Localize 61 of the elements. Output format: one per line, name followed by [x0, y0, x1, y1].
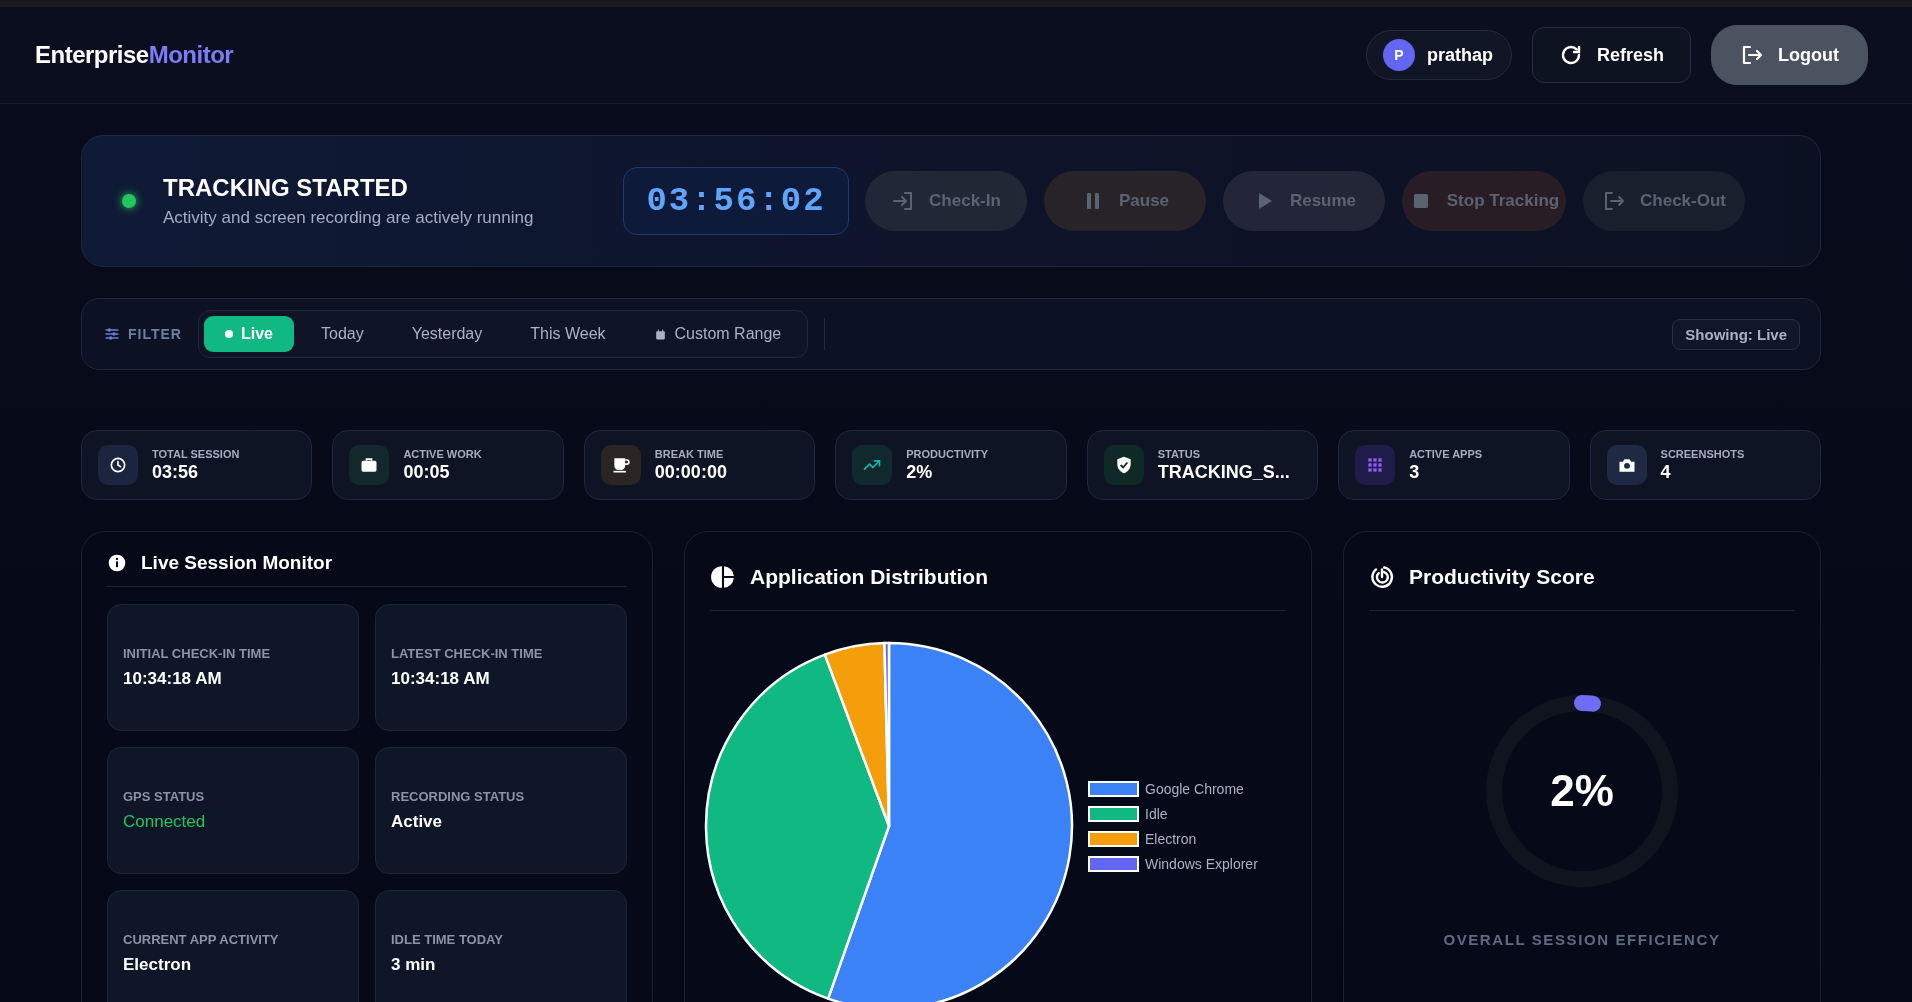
- score-value: 2%: [1550, 766, 1614, 816]
- stat-value: 00:00:00: [654, 461, 727, 483]
- stat-label: ACTIVE WORK: [403, 447, 482, 460]
- stat-label: SCREENSHOTS: [1660, 447, 1745, 460]
- stat-label: PRODUCTIVITY: [906, 447, 989, 460]
- tracking-title: TRACKING STARTED: [163, 174, 409, 202]
- info-value: 10:34:18 AM: [123, 669, 223, 689]
- info-label: IDLE TIME TODAY: [391, 932, 504, 947]
- panel-title: Application Distribution: [750, 565, 988, 589]
- logout-button[interactable]: Logout: [1711, 25, 1868, 85]
- pie-chart-icon: [710, 564, 736, 590]
- avatar: P: [1382, 39, 1415, 71]
- showing-badge: Showing: Live: [1672, 318, 1800, 350]
- panel-title: Productivity Score: [1409, 565, 1595, 589]
- info-label: RECORDING STATUS: [391, 789, 526, 804]
- briefcase-icon: [359, 455, 380, 475]
- info-value: Electron: [123, 955, 193, 975]
- stat-label: ACTIVE APPS: [1409, 447, 1483, 460]
- stat-value: 3: [1409, 461, 1421, 483]
- info-label: INITIAL CHECK-IN TIME: [123, 646, 272, 661]
- stat-value: TRACKING_S...: [1157, 461, 1290, 483]
- live-dot-icon: [224, 330, 233, 338]
- info-label: GPS STATUS: [123, 789, 206, 804]
- legend-label: Windows Explorer: [1145, 855, 1258, 872]
- stat-value: 00:05: [403, 461, 451, 483]
- sliders-icon: [104, 326, 120, 342]
- filter-tab[interactable]: Yesterday: [390, 316, 504, 352]
- info-label: CURRENT APP ACTIVITY: [123, 932, 280, 947]
- logout-icon: [1740, 43, 1764, 67]
- refresh-icon: [1559, 43, 1583, 67]
- info-value: 10:34:18 AM: [391, 669, 491, 689]
- score-caption: OVERALL SESSION EFFICIENCY: [1443, 931, 1721, 948]
- stat-label: TOTAL SESSION: [152, 447, 240, 460]
- stat-value: 03:56: [152, 461, 200, 483]
- info-icon: [107, 553, 127, 573]
- clock-icon: [108, 455, 128, 475]
- panel-title: Live Session Monitor: [141, 552, 333, 574]
- legend-label: Electron: [1145, 830, 1197, 847]
- filter-tab[interactable]: Today: [300, 316, 385, 352]
- app-logo: EnterpriseMonitor: [35, 41, 234, 69]
- user-chip[interactable]: P prathap: [1365, 30, 1512, 80]
- stat-label: BREAK TIME: [654, 447, 725, 460]
- user-name: prathap: [1426, 44, 1493, 66]
- stat-label: STATUS: [1157, 447, 1202, 460]
- target-icon: [1369, 564, 1395, 590]
- info-value: 3 min: [391, 955, 437, 975]
- stat-value: 2%: [906, 461, 934, 483]
- info-label: LATEST CHECK-IN TIME: [391, 646, 544, 661]
- tracking-subtitle: Activity and screen recording are actively running: [163, 208, 535, 228]
- exit-icon: [1602, 189, 1626, 213]
- filter-tab[interactable]: This Week: [509, 316, 627, 352]
- filter-tab[interactable]: Custom Range: [632, 316, 803, 352]
- filter-label: FILTER: [128, 326, 182, 342]
- info-value: Connected: [123, 812, 207, 832]
- stat-value: 4: [1660, 461, 1672, 483]
- info-value: Active: [391, 812, 444, 832]
- session-timer: 03:56:02: [623, 167, 849, 235]
- legend-label: Idle: [1145, 805, 1168, 822]
- calendar-icon: [653, 327, 667, 341]
- refresh-button[interactable]: Refresh: [1532, 27, 1691, 83]
- legend-label: Google Chrome: [1145, 780, 1244, 797]
